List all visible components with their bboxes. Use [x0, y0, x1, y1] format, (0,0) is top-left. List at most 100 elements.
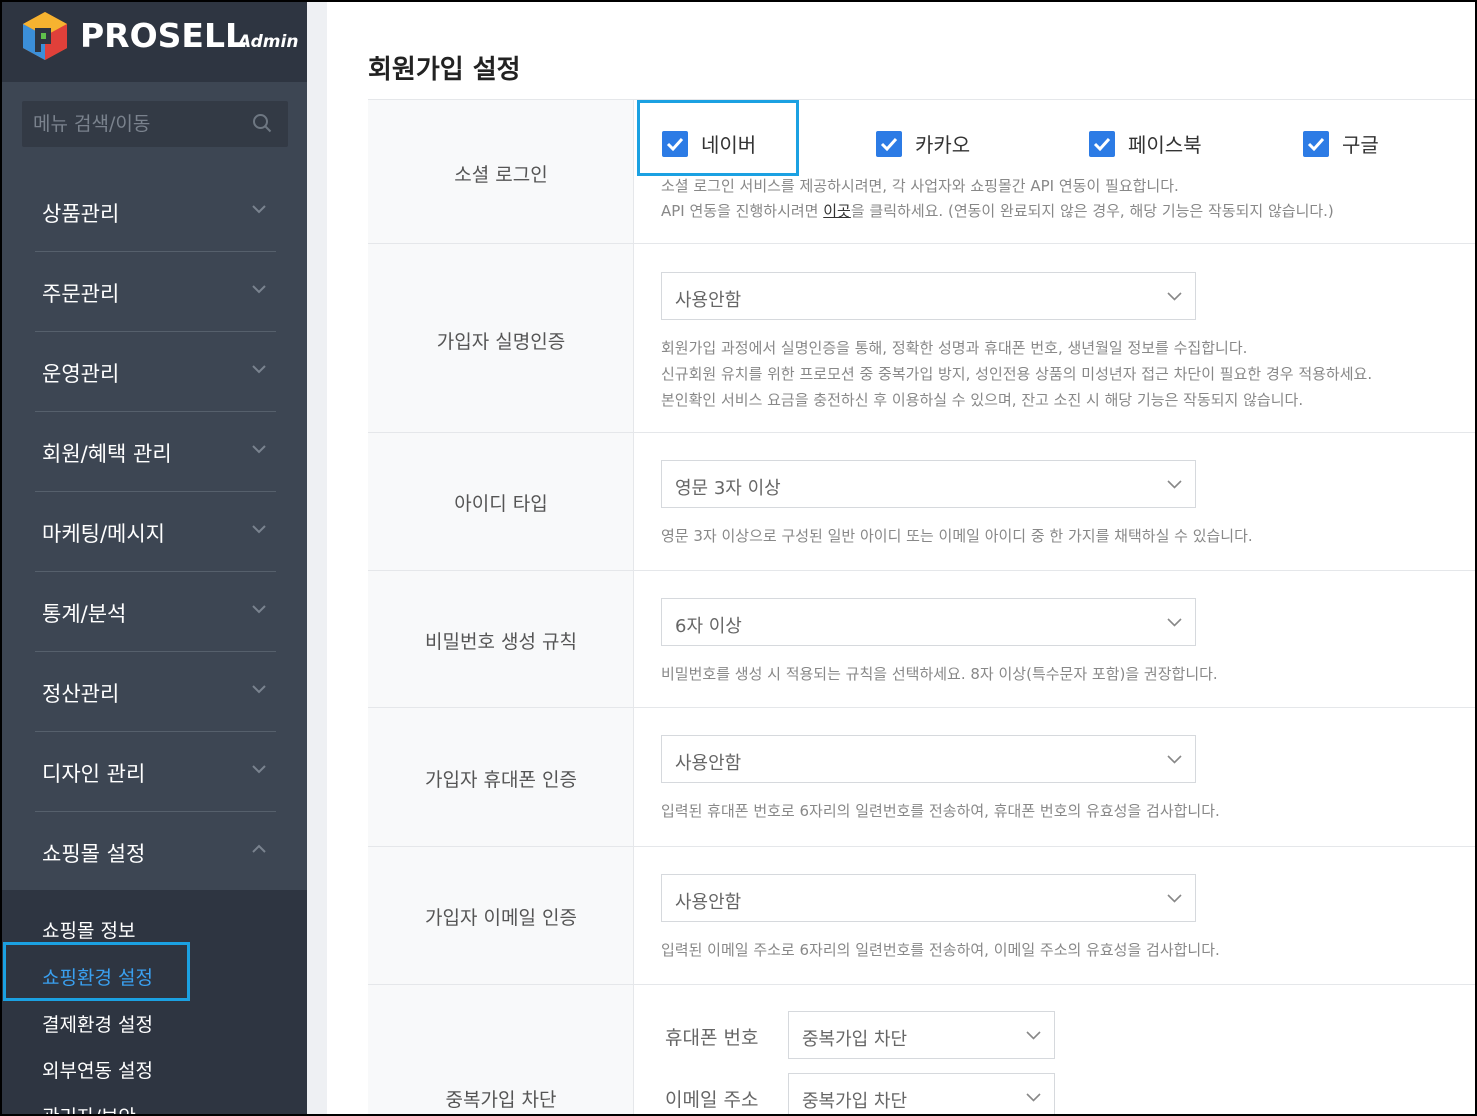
chevron-down-icon — [252, 285, 266, 294]
sidebar-item-products[interactable]: 상품관리 — [2, 172, 307, 252]
select-value: 6자 이상 — [675, 616, 742, 637]
select-value: 사용안함 — [675, 892, 742, 913]
realname-select[interactable]: 사용안함 — [661, 272, 1196, 320]
select-value: 사용안함 — [675, 290, 742, 311]
checkbox-facebook[interactable]: 페이스북 — [1089, 129, 1202, 158]
row-id-type: 아이디 타입 영문 3자 이상 영문 3자 이상으로 구성된 일반 아이디 또는… — [368, 433, 1475, 571]
chevron-down-icon — [1167, 894, 1182, 903]
chevron-down-icon — [1026, 1093, 1041, 1102]
help-text: 입력된 이메일 주소로 6자리의 일련번호를 전송하여, 이메일 주소의 유효성… — [661, 941, 1220, 959]
row-label: 가입자 휴대폰 인증 — [425, 769, 577, 791]
sidebar-item-marketing[interactable]: 마케팅/메시지 — [2, 492, 307, 572]
checkbox-google[interactable]: 구글 — [1303, 129, 1379, 158]
help-text: 본인확인 서비스 요금을 충전하신 후 이용하실 수 있으며, 잔고 소진 시 … — [661, 391, 1304, 409]
row-realname-auth: 가입자 실명인증 사용안함 회원가입 과정에서 실명인증을 통해, 정확한 성명… — [368, 244, 1475, 433]
brand-sub: Admin — [238, 32, 299, 52]
help-text: 비밀번호를 생성 시 적용되는 규칙을 선택하세요. 8자 이상(특수문자 포함… — [661, 665, 1218, 683]
chevron-down-icon — [1167, 755, 1182, 764]
select-value: 영문 3자 이상 — [675, 478, 781, 499]
chevron-down-icon — [1167, 292, 1182, 301]
chevron-down-icon — [252, 205, 266, 214]
sidebar-item-label: 정산관리 — [42, 682, 120, 706]
page-title: 회원가입 설정 — [368, 55, 521, 85]
app-frame: PROSELL Admin 상품관리 주문관리 운영관리 — [0, 0, 1477, 1116]
row-label: 아이디 타입 — [454, 493, 548, 515]
help-text: 회원가입 과정에서 실명인증을 통해, 정확한 성명과 휴대폰 번호, 생년월일… — [661, 339, 1248, 357]
help-text-part: API 연동을 진행하시려면 — [661, 202, 824, 220]
help-text: 영문 3자 이상으로 구성된 일반 아이디 또는 이메일 아이디 중 한 가지를… — [661, 527, 1253, 545]
sidebar-item-statistics[interactable]: 통계/분석 — [2, 572, 307, 652]
row-label: 가입자 실명인증 — [436, 331, 566, 353]
sidebar-item-design[interactable]: 디자인 관리 — [2, 732, 307, 812]
chevron-down-icon — [252, 525, 266, 534]
brand-name: PROSELL — [80, 16, 247, 55]
row-label: 중복가입 차단 — [445, 1089, 557, 1111]
main-area: 회원가입 설정 소셜 로그인 네이버 카카오 페이스북 구글 소셜 로그인 서비… — [307, 2, 1475, 1114]
submenu-item-payment-env[interactable]: 결제환경 설정 — [42, 1010, 153, 1037]
chevron-down-icon — [252, 685, 266, 694]
help-text: 입력된 휴대폰 번호로 6자리의 일련번호를 전송하여, 휴대폰 번호의 유효성… — [661, 802, 1220, 820]
chevron-up-icon — [252, 844, 266, 853]
sidebar-item-settlement[interactable]: 정산관리 — [2, 652, 307, 732]
help-text-part: 을 클릭하세요. (연동이 완료되지 않은 경우, 해당 기능은 작동되지 않습… — [850, 202, 1334, 220]
help-text: 신규회원 유치를 위한 프로모션 중 중복가입 방지, 성인전용 상품의 미성년… — [661, 365, 1373, 383]
row-duplicate-block: 중복가입 차단 휴대폰 번호 중복가입 차단 이메일 주소 중복가입 차단 — [368, 985, 1475, 1114]
api-link[interactable]: 이곳 — [823, 202, 851, 220]
highlight-box — [637, 100, 799, 176]
dup-phone-label: 휴대폰 번호 — [665, 1027, 759, 1049]
dup-email-select[interactable]: 중복가입 차단 — [788, 1073, 1055, 1114]
sidebar-item-label: 마케팅/메시지 — [42, 522, 165, 546]
sidebar-item-label: 운영관리 — [42, 362, 120, 386]
idtype-select[interactable]: 영문 3자 이상 — [661, 460, 1196, 508]
sidebar-menu: 상품관리 주문관리 운영관리 회원/혜택 관리 마케팅/메시지 통계/분석 정산… — [2, 172, 307, 892]
submenu-item-shop-info[interactable]: 쇼핑몰 정보 — [42, 916, 135, 943]
password-select[interactable]: 6자 이상 — [661, 598, 1196, 646]
logo-bar: PROSELL Admin — [2, 2, 307, 82]
sidebar-item-label: 통계/분석 — [42, 602, 127, 626]
menu-search-input[interactable] — [22, 101, 288, 147]
sidebar-item-orders[interactable]: 주문관리 — [2, 252, 307, 332]
email-auth-select[interactable]: 사용안함 — [661, 874, 1196, 922]
submenu-item-admin[interactable]: 관리자/보안 — [42, 1102, 136, 1114]
dup-phone-select[interactable]: 중복가입 차단 — [788, 1011, 1055, 1059]
chevron-down-icon — [1167, 618, 1182, 627]
dup-email-label: 이메일 주소 — [665, 1089, 759, 1111]
search-icon[interactable] — [252, 113, 272, 133]
sidebar-item-shop-settings[interactable]: 쇼핑몰 설정 — [2, 812, 307, 892]
row-label: 소셜 로그인 — [454, 164, 548, 186]
sidebar-item-label: 디자인 관리 — [42, 762, 146, 786]
sidebar: PROSELL Admin 상품관리 주문관리 운영관리 — [2, 2, 307, 1114]
select-value: 중복가입 차단 — [802, 1091, 908, 1112]
select-value: 중복가입 차단 — [802, 1029, 908, 1050]
checkbox-kakao[interactable]: 카카오 — [876, 129, 970, 158]
row-phone-auth: 가입자 휴대폰 인증 사용안함 입력된 휴대폰 번호로 6자리의 일련번호를 전… — [368, 708, 1475, 847]
sidebar-item-members[interactable]: 회원/혜택 관리 — [2, 412, 307, 492]
row-email-auth: 가입자 이메일 인증 사용안함 입력된 이메일 주소로 6자리의 일련번호를 전… — [368, 847, 1475, 985]
help-text: 소셜 로그인 서비스를 제공하시려면, 각 사업자와 쇼핑몰간 API 연동이 … — [661, 177, 1179, 195]
chevron-down-icon — [252, 365, 266, 374]
sidebar-submenu: 쇼핑몰 정보 쇼핑환경 설정 결제환경 설정 외부연동 설정 관리자/보안 — [2, 890, 307, 1114]
checkbox-label: 구글 — [1342, 133, 1379, 157]
signup-settings-form: 소셜 로그인 네이버 카카오 페이스북 구글 소셜 로그인 서비스를 제공하시려… — [368, 99, 1475, 1114]
chevron-down-icon — [252, 605, 266, 614]
sidebar-item-operations[interactable]: 운영관리 — [2, 332, 307, 412]
phone-auth-select[interactable]: 사용안함 — [661, 735, 1196, 783]
sidebar-item-label: 상품관리 — [42, 202, 120, 226]
logo-icon — [23, 12, 67, 60]
highlight-box — [3, 942, 190, 1001]
submenu-item-external[interactable]: 외부연동 설정 — [42, 1056, 153, 1083]
row-social-login: 소셜 로그인 네이버 카카오 페이스북 구글 소셜 로그인 서비스를 제공하시려… — [368, 100, 1475, 244]
sidebar-item-label: 회원/혜택 관리 — [42, 442, 172, 466]
checkbox-checked-icon[interactable] — [1089, 130, 1115, 157]
chevron-down-icon — [1167, 480, 1182, 489]
select-value: 사용안함 — [675, 753, 742, 774]
checkbox-checked-icon[interactable] — [876, 130, 902, 157]
chevron-down-icon — [1026, 1031, 1041, 1040]
row-password-rule: 비밀번호 생성 규칙 6자 이상 비밀번호를 생성 시 적용되는 규칙을 선택하… — [368, 571, 1475, 708]
content-panel: 회원가입 설정 소셜 로그인 네이버 카카오 페이스북 구글 소셜 로그인 서비… — [327, 2, 1475, 1114]
sidebar-item-label: 주문관리 — [42, 282, 120, 306]
chevron-down-icon — [252, 765, 266, 774]
chevron-down-icon — [252, 445, 266, 454]
checkbox-label: 카카오 — [915, 133, 971, 157]
checkbox-checked-icon[interactable] — [1303, 130, 1329, 157]
